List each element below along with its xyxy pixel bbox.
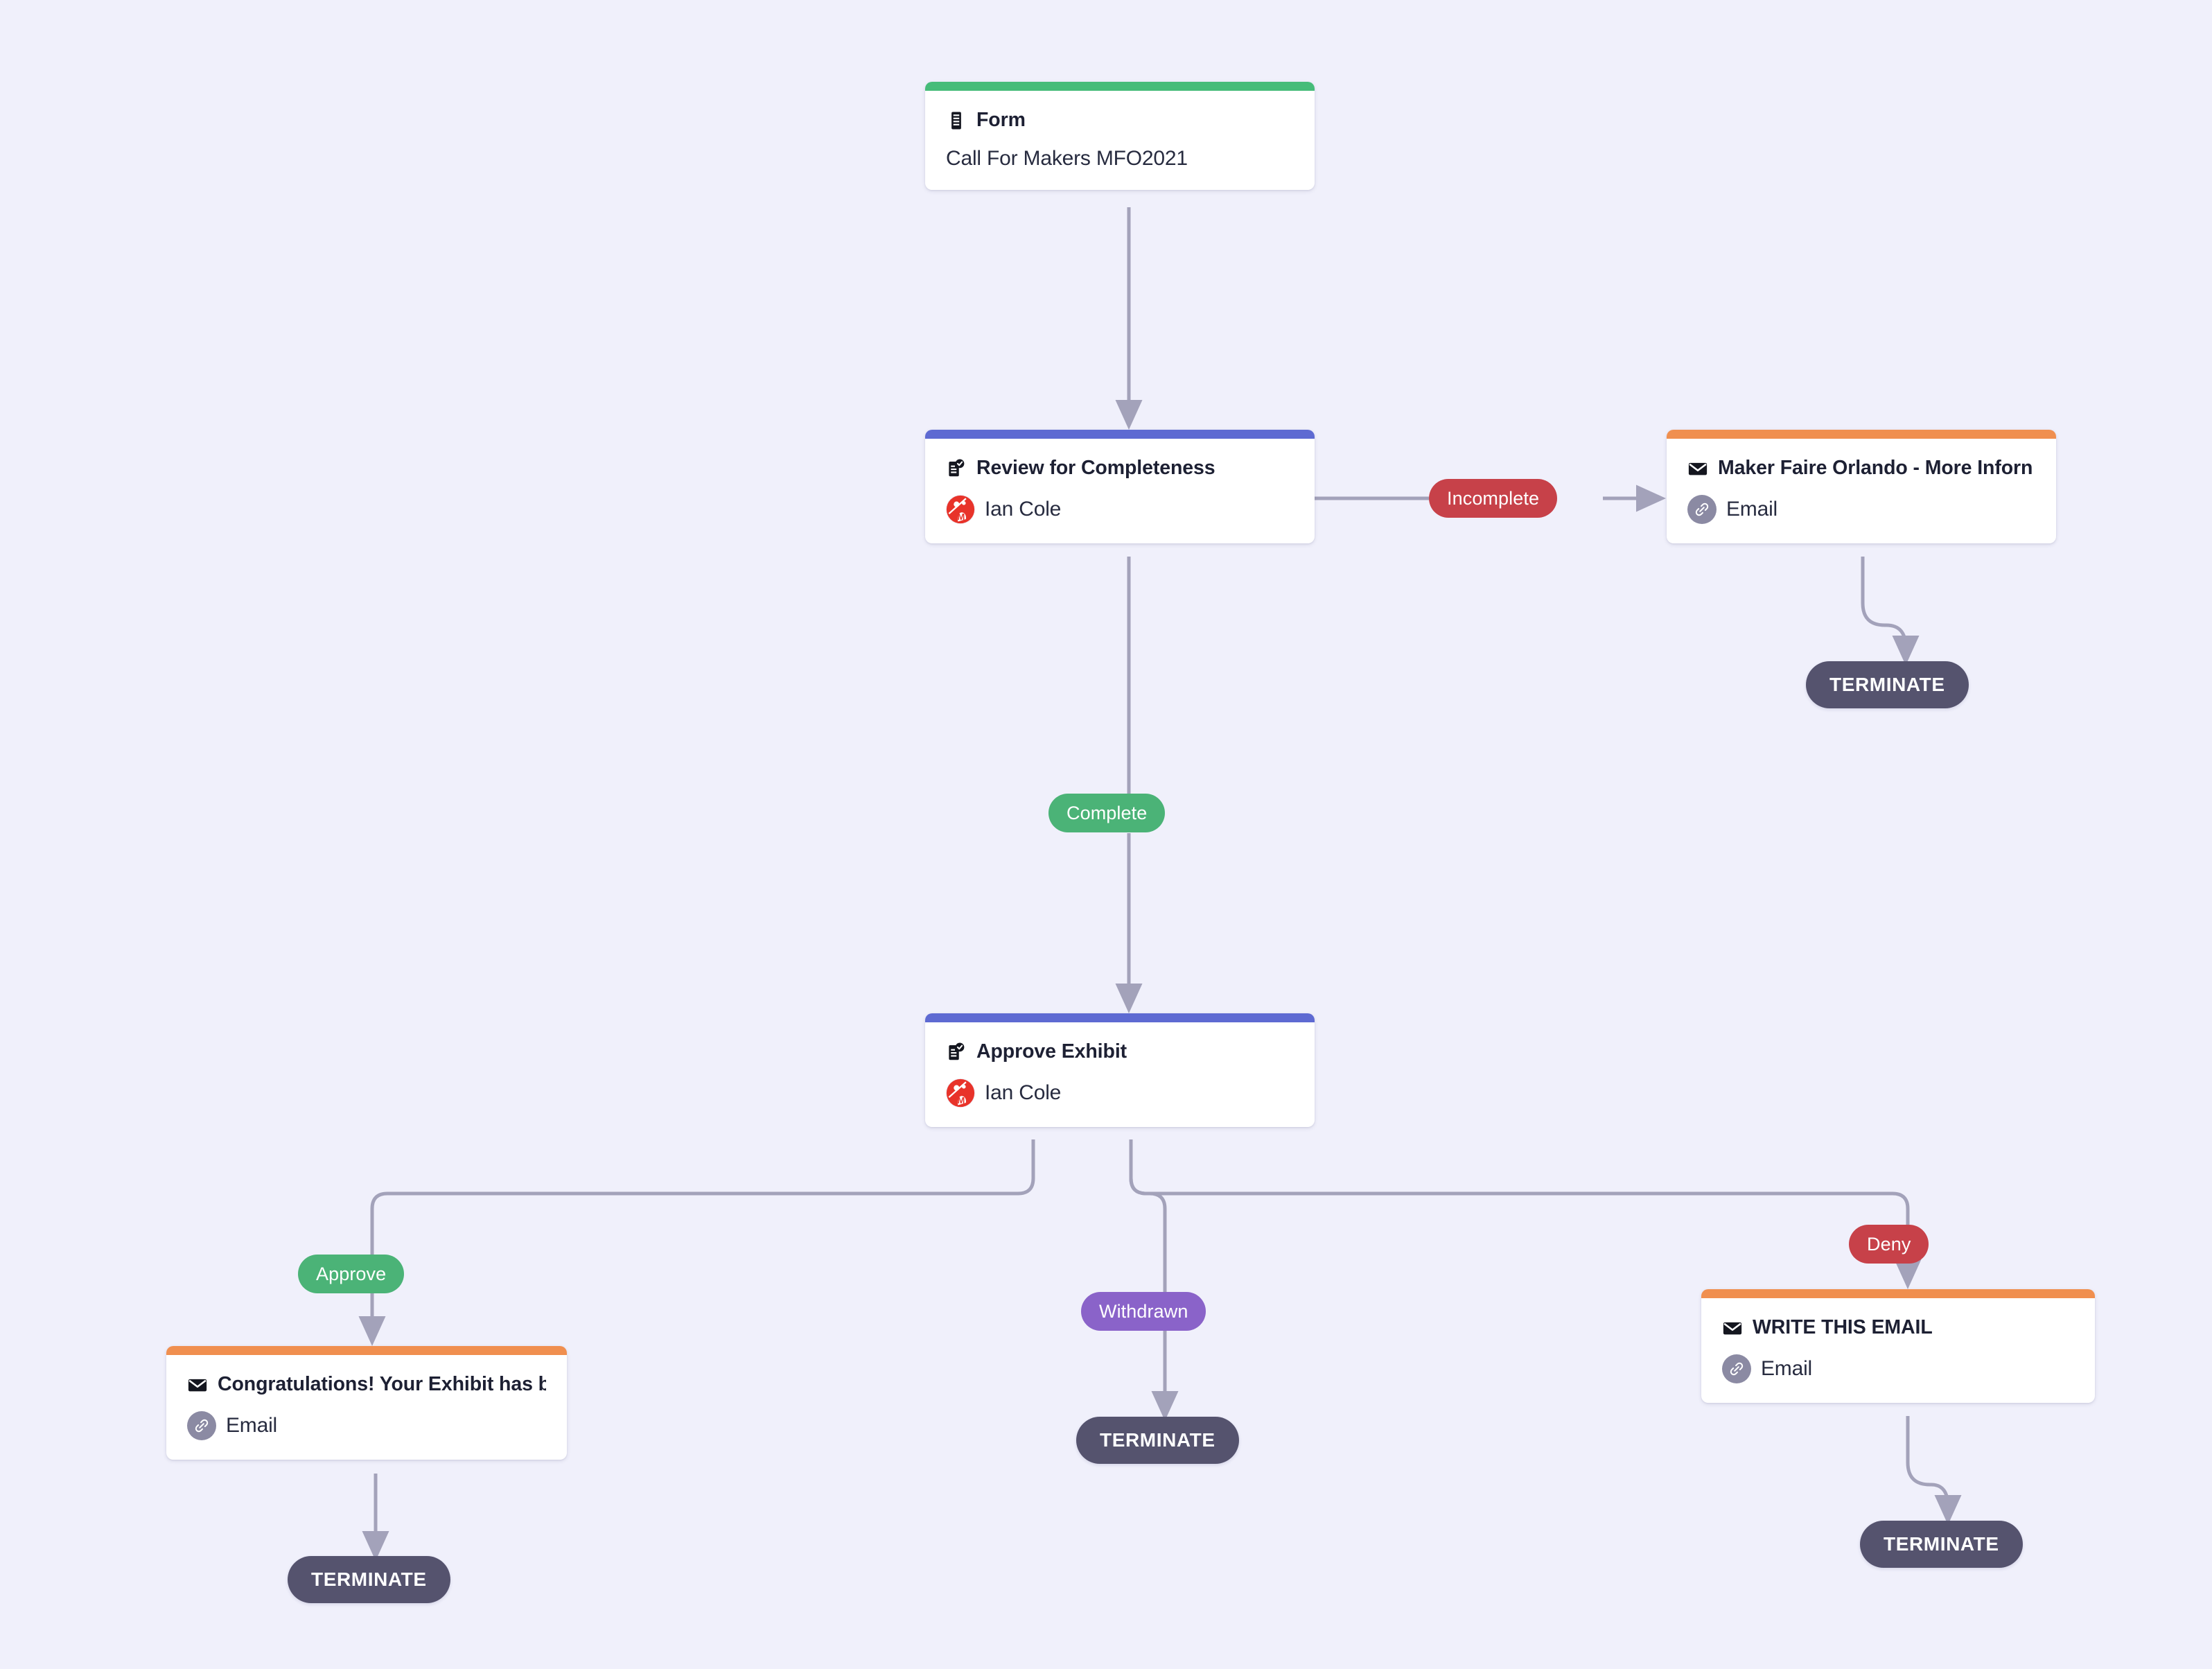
node-write-this-email-title: WRITE THIS EMAIL bbox=[1753, 1316, 1933, 1338]
edge-approve-exhibit-to-approve bbox=[370, 1139, 1035, 1255]
terminate-node-congratulations[interactable]: TERMINATE bbox=[288, 1556, 450, 1603]
branch-label-withdrawn[interactable]: Withdrawn bbox=[1081, 1292, 1206, 1331]
node-review-assignee: Ian Cole bbox=[985, 498, 1062, 521]
terminate-node-withdrawn[interactable]: TERMINATE bbox=[1076, 1417, 1239, 1464]
node-form-color-bar bbox=[925, 82, 1315, 91]
branch-label-approve[interactable]: Approve bbox=[298, 1255, 405, 1293]
node-more-info-color-bar bbox=[1667, 430, 2056, 439]
terminate-node-more-info[interactable]: TERMINATE bbox=[1806, 661, 1969, 708]
node-approve-exhibit-title: Approve Exhibit bbox=[976, 1040, 1127, 1063]
node-approve-exhibit[interactable]: Approve Exhibit M Ian Cole bbox=[925, 1013, 1315, 1127]
svg-text:M: M bbox=[957, 512, 965, 522]
form-icon bbox=[951, 112, 961, 129]
node-approve-exhibit-color-bar bbox=[925, 1013, 1315, 1022]
node-approve-exhibit-assignee: Ian Cole bbox=[985, 1081, 1062, 1104]
node-form[interactable]: Form Call For Makers MFO2021 bbox=[925, 82, 1315, 190]
terminate-node-write-email[interactable]: TERMINATE bbox=[1860, 1521, 2023, 1568]
edge-approve-exhibit-to-withdrawn bbox=[1129, 1139, 1167, 1292]
envelope-icon bbox=[188, 1379, 207, 1391]
node-write-this-email-color-bar bbox=[1701, 1289, 2095, 1298]
link-icon bbox=[187, 1411, 216, 1440]
node-congratulations-email[interactable]: Congratulations! Your Exhibit has b Emai… bbox=[166, 1346, 567, 1460]
svg-text:M: M bbox=[957, 1095, 965, 1106]
envelope-icon bbox=[1688, 462, 1708, 475]
node-more-info-channel: Email bbox=[1726, 498, 1778, 521]
link-icon bbox=[1722, 1354, 1751, 1383]
maker-faire-avatar: M bbox=[946, 1078, 975, 1108]
node-congratulations-channel: Email bbox=[226, 1414, 278, 1437]
node-write-this-email[interactable]: WRITE THIS EMAIL Email bbox=[1701, 1289, 2095, 1403]
node-write-this-email-channel: Email bbox=[1761, 1357, 1813, 1380]
edge-more-info-to-terminate bbox=[1861, 557, 1920, 666]
node-congratulations-color-bar bbox=[166, 1346, 567, 1355]
node-review-for-completeness[interactable]: Review for Completeness M Ian Cole bbox=[925, 430, 1315, 543]
edge-write-email-to-terminate bbox=[1906, 1416, 1962, 1526]
workflow-canvas[interactable]: Form Call For Makers MFO2021 Review for … bbox=[0, 0, 2212, 1669]
node-more-info-email[interactable]: Maker Faire Orlando - More Inforn Email bbox=[1667, 430, 2056, 543]
branch-label-incomplete[interactable]: Incomplete bbox=[1429, 479, 1558, 518]
clipboard-check-icon bbox=[949, 459, 965, 476]
maker-faire-avatar: M bbox=[946, 495, 975, 524]
node-review-title: Review for Completeness bbox=[976, 457, 1215, 479]
edge-approve-exhibit-to-deny bbox=[1129, 1178, 1910, 1234]
branch-label-complete[interactable]: Complete bbox=[1048, 794, 1166, 832]
node-more-info-title: Maker Faire Orlando - More Inforn bbox=[1718, 457, 2033, 479]
clipboard-check-icon bbox=[949, 1042, 965, 1060]
node-congratulations-title: Congratulations! Your Exhibit has b bbox=[218, 1373, 546, 1395]
envelope-icon bbox=[1723, 1322, 1742, 1334]
node-review-color-bar bbox=[925, 430, 1315, 439]
node-form-label: Form bbox=[976, 109, 1026, 131]
link-icon bbox=[1687, 495, 1717, 524]
node-form-title: Call For Makers MFO2021 bbox=[946, 147, 1188, 170]
branch-label-deny[interactable]: Deny bbox=[1849, 1225, 1929, 1264]
